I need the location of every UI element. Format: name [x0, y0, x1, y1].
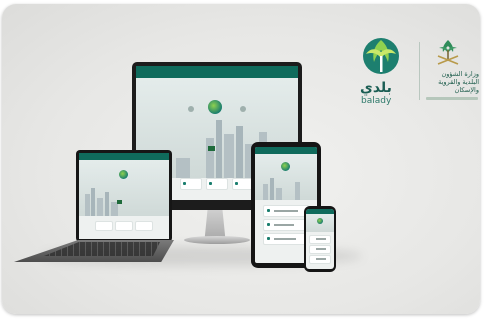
decor-dot [188, 106, 194, 112]
flag-icon [208, 146, 215, 151]
website-header [79, 153, 169, 160]
baladi-arabic-name: بلدي [360, 80, 392, 96]
city-skyline [255, 178, 317, 200]
monitor-base [184, 236, 250, 244]
service-card [309, 255, 331, 264]
service-card [263, 219, 309, 231]
website-logo-icon [208, 100, 222, 114]
service-card [263, 233, 309, 245]
laptop [76, 150, 172, 242]
service-card [180, 178, 202, 190]
ministry-subtitle-line [426, 97, 478, 100]
flag-icon [117, 200, 122, 204]
phone [304, 206, 336, 272]
promo-banner: بلدي balady وزارة الشؤون البلدية والقروي… [2, 4, 480, 314]
service-card [309, 245, 331, 254]
website-hero [306, 214, 334, 232]
city-skyline [79, 186, 169, 216]
baladi-english-name: balady [361, 96, 392, 106]
service-card [95, 221, 113, 231]
palm-swords-emblem-icon [437, 40, 459, 65]
logo-divider [419, 42, 420, 100]
website-hero [79, 160, 169, 216]
phone-website-screen [306, 209, 334, 269]
service-card [135, 221, 153, 231]
website-hero [255, 154, 317, 200]
website-logo-icon [281, 162, 290, 171]
decor-dot [240, 106, 246, 112]
ministry-name: وزارة الشؤون البلدية والقروية والإسكان [438, 70, 479, 94]
website-header [255, 147, 317, 154]
website-header [136, 66, 298, 78]
service-card [206, 178, 228, 190]
service-card [309, 235, 331, 244]
laptop-keyboard [44, 242, 160, 256]
website-logo-icon [119, 170, 128, 179]
website-logo-icon [317, 218, 323, 224]
service-card [115, 221, 133, 231]
service-card [263, 205, 309, 217]
laptop-website-screen [79, 153, 169, 239]
